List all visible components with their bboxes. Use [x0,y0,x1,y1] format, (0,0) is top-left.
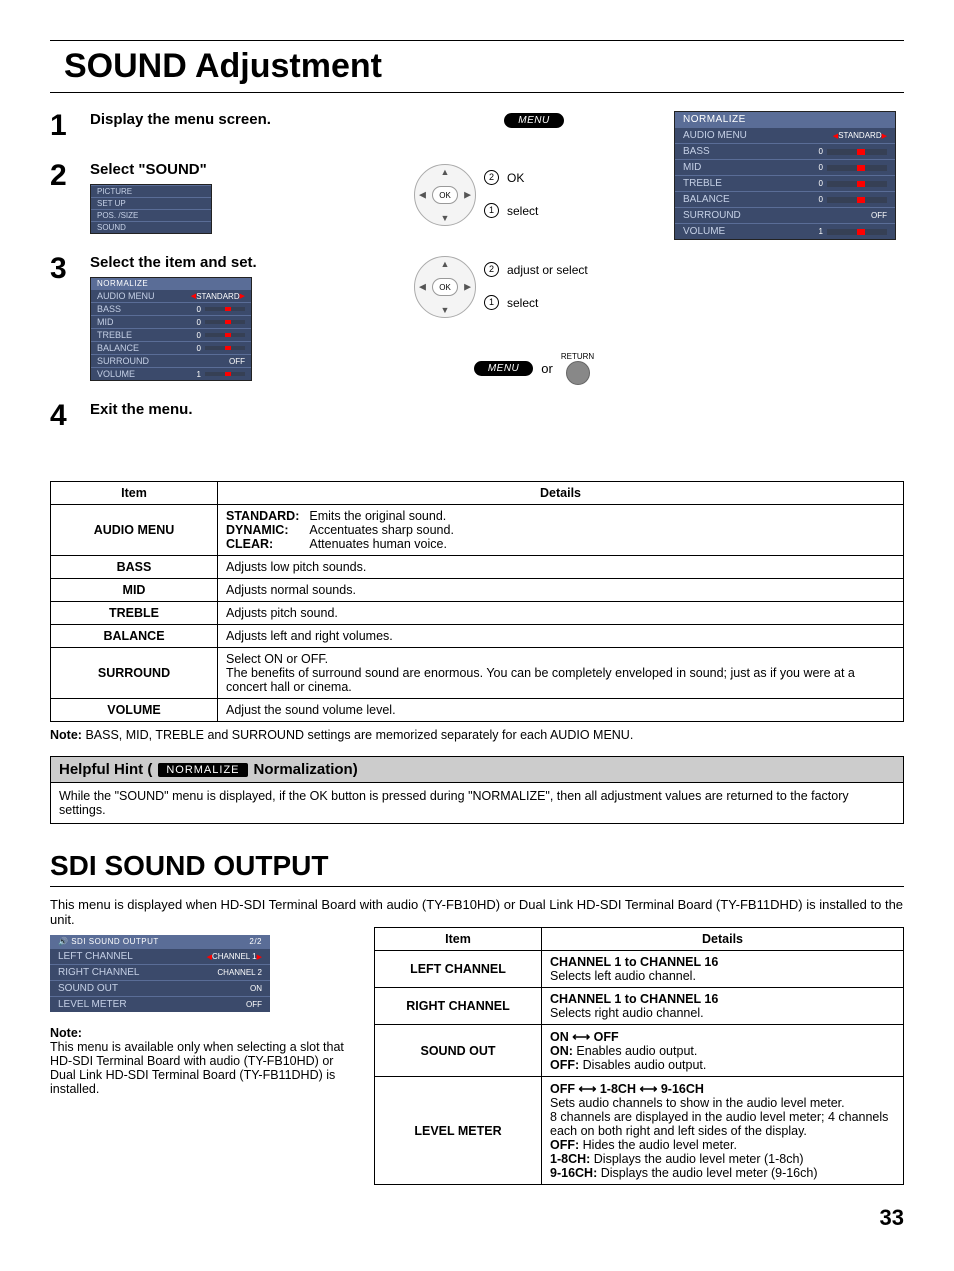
osd-sdi-menu: 🔊 SDI SOUND OUTPUT2/2 LEFT CHANNEL◀CHANN… [50,935,270,1012]
detail-cell: Adjusts left and right volumes. [218,625,904,648]
item-cell: SURROUND [51,648,218,699]
page-title: SOUND Adjustment [50,40,904,93]
item-cell: LEFT CHANNEL [375,951,542,988]
osd-main-menu: PICTURE SET UP POS. /SIZE SOUND [90,184,212,234]
detail-cell: Adjust the sound volume level. [218,699,904,722]
sound-items-table: Item Details AUDIO MENU STANDARD:Emits t… [50,481,904,722]
item-cell: VOLUME [51,699,218,722]
step-4: 4 Exit the menu. [50,401,384,431]
osd-sound-menu-large: NORMALIZE AUDIO MENU◀STANDARD▶ BASS0 MID… [674,111,896,240]
detail-cell: OFF ⟷ 1-8CH ⟷ 9-16CH Sets audio channels… [542,1077,904,1185]
note: Note: BASS, MID, TREBLE and SURROUND set… [50,728,904,742]
step-title: Exit the menu. [90,401,384,418]
step-title: Select the item and set. [90,254,384,271]
dpad-icon: ▲▼ ◀▶ OK [414,164,474,224]
item-cell: BASS [51,556,218,579]
table-header: Item [375,928,542,951]
action-label: adjust or select [507,263,588,277]
menu-button-icon: MENU [474,361,533,376]
page-number: 33 [50,1205,904,1231]
detail-cell: Adjusts normal sounds. [218,579,904,602]
normalize-badge: NORMALIZE [158,763,247,777]
dpad-icon: ▲▼ ◀▶ OK [414,256,474,316]
item-cell: SOUND OUT [375,1025,542,1077]
item-cell: LEVEL METER [375,1077,542,1185]
step-2: 2 Select "SOUND" PICTURE SET UP POS. /SI… [50,161,384,234]
osd-sound-menu-small: NORMALIZE AUDIO MENU◀STANDARD▶ BASS0 MID… [90,277,252,381]
detail-cell: Select ON or OFF. The benefits of surrou… [218,648,904,699]
item-cell: MID [51,579,218,602]
item-cell: TREBLE [51,602,218,625]
step-3: 3 Select the item and set. NORMALIZE AUD… [50,254,384,381]
hint-title-prefix: Helpful Hint ( [59,761,152,778]
sdi-intro: This menu is displayed when HD-SDI Termi… [50,897,904,927]
action-label: OK [507,171,524,185]
step-number: 4 [50,401,76,431]
step-number: 3 [50,254,76,381]
item-cell: AUDIO MENU [51,505,218,556]
step-1: 1 Display the menu screen. [50,111,384,141]
action-label: select [507,296,538,310]
menu-button-icon: MENU [504,113,563,128]
section-title: SDI SOUND OUTPUT [50,850,904,887]
action-label: select [507,204,538,218]
step-number: 1 [50,111,76,141]
sdi-note: Note: This menu is available only when s… [50,1026,350,1096]
step-number: 2 [50,161,76,234]
detail-cell: ON ⟷ OFF ON: Enables audio output. OFF: … [542,1025,904,1077]
hint-body: While the "SOUND" menu is displayed, if … [51,783,903,823]
helpful-hint-box: Helpful Hint ( NORMALIZE Normalization) … [50,756,904,824]
step-title: Select "SOUND" [90,161,384,178]
or-label: or [541,361,553,376]
item-cell: RIGHT CHANNEL [375,988,542,1025]
detail-cell: CHANNEL 1 to CHANNEL 16Selects left audi… [542,951,904,988]
table-header: Item [51,482,218,505]
detail-cell: CHANNEL 1 to CHANNEL 16Selects right aud… [542,988,904,1025]
step-title: Display the menu screen. [90,111,384,128]
detail-cell: Adjusts low pitch sounds. [218,556,904,579]
item-cell: BALANCE [51,625,218,648]
detail-cell: STANDARD:Emits the original sound. DYNAM… [218,505,904,556]
sdi-items-table: Item Details LEFT CHANNEL CHANNEL 1 to C… [374,927,904,1185]
return-button-icon: RETURN [561,352,594,385]
table-header: Details [542,928,904,951]
table-header: Details [218,482,904,505]
detail-cell: Adjusts pitch sound. [218,602,904,625]
hint-title-suffix: Normalization) [254,761,358,778]
